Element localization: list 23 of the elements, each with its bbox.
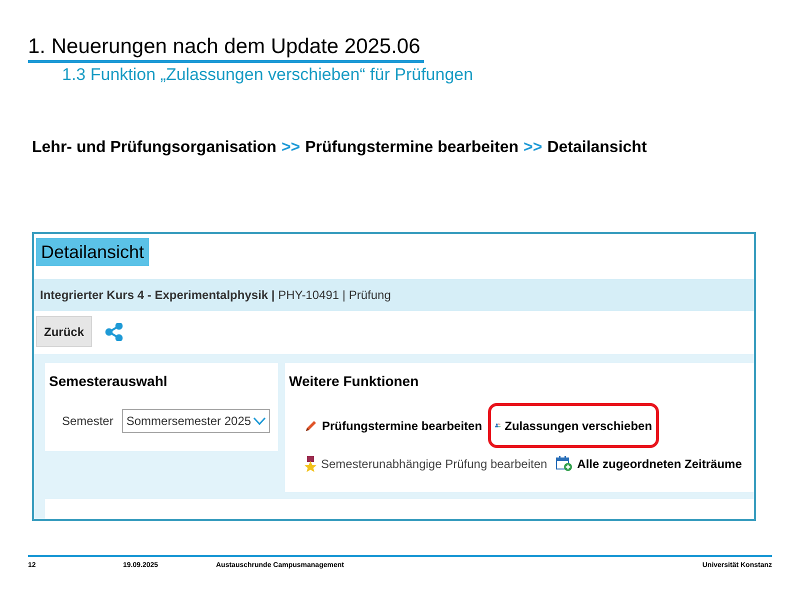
function-link[interactable]: Zulassungen verschieben xyxy=(488,403,660,448)
page-heading: Detailansicht xyxy=(36,238,150,266)
breadcrumb-item: Lehr- und Prüfungsorganisation xyxy=(32,138,276,158)
card-title: Semesterauswahl xyxy=(49,372,168,391)
chevron-down-icon xyxy=(253,417,266,425)
calendar-add-icon xyxy=(556,456,574,472)
function-link[interactable]: Semesterunabhängige Prüfung bearbeiten xyxy=(301,450,550,478)
pencil-icon xyxy=(304,418,318,432)
share-icon[interactable] xyxy=(105,322,124,340)
semester-select[interactable]: Sommersemester 2025 xyxy=(122,409,270,433)
card-title: Weitere Funktionen xyxy=(289,372,420,391)
breadcrumb-separator: >> xyxy=(524,138,542,158)
back-button[interactable]: Zurück xyxy=(36,316,92,347)
breadcrumb-item: Detailansicht xyxy=(547,138,647,158)
course-title: Integrierter Kurs 4 - Experimentalphysik | PHY-10491 | Prüfung xyxy=(40,287,391,304)
field-label: Semester xyxy=(62,413,114,430)
slide-title: 1. Neuerungen nach dem Update 2025.06 xyxy=(28,34,424,63)
breadcrumb-separator: >> xyxy=(281,138,300,158)
function-link[interactable]: Prüfungstermine bearbeiten xyxy=(301,412,486,440)
function-link[interactable]: Alle zugeordneten Zeiträume xyxy=(553,450,745,478)
slide-subtitle: 1.3 Funktion „Zulassungen verschieben“ für Prüfungen xyxy=(61,64,474,86)
breadcrumb-item: Prüfungstermine bearbeiten xyxy=(305,138,518,158)
star-medal-icon xyxy=(304,456,317,472)
